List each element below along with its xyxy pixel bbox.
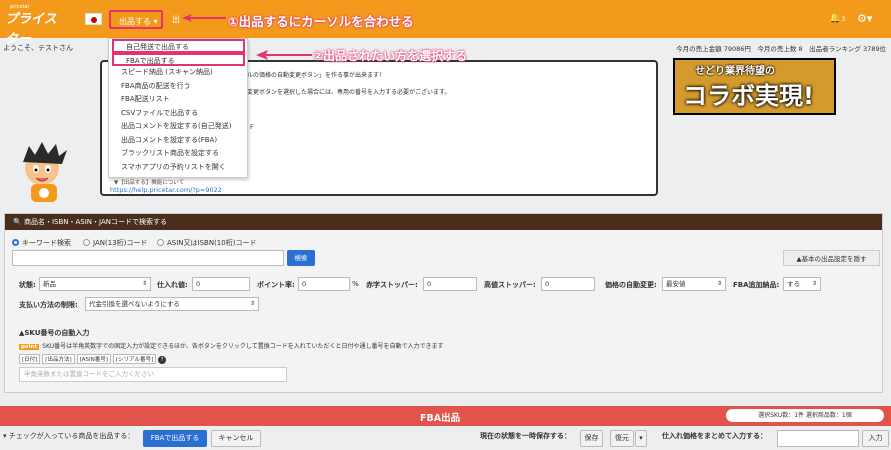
bulk-cost-input[interactable]: [777, 430, 859, 447]
banner-line-2: コラボ実現!: [683, 82, 814, 110]
annotation-step-1: ①出品するにカーソルを合わせる: [228, 14, 414, 29]
sku-point-text: point SKU番号は半角英数字での固定入力が設定できるほか、各ボタンをクリック…: [19, 343, 444, 350]
radio-jan[interactable]: JAN(13桁)コード: [83, 238, 147, 248]
save-button[interactable]: 保存: [580, 430, 603, 447]
japan-flag-icon[interactable]: [85, 13, 102, 25]
fba-add-label: FBA追加納品:: [733, 281, 780, 289]
sku-tag-buttons: [日付] [出品方法] [ASIN番号] [シリアル番号]?: [19, 354, 168, 364]
banner-line-1: せどり業界待望の: [695, 66, 775, 77]
sales-stats: 今月の売上金額 79086円 今月の売上数 8 出品者ランキング 3789位: [676, 45, 886, 53]
auto-price-select[interactable]: 最安値 ⇕: [662, 277, 726, 291]
condition-select[interactable]: 新品 ⇕: [39, 277, 151, 291]
radio-keyword[interactable]: キーワード検索: [12, 238, 71, 248]
tag-date-button[interactable]: [日付]: [19, 354, 41, 364]
listing-menu-button[interactable]: 出品する ▾: [109, 10, 163, 29]
dropdown-item-csv[interactable]: CSVファイルで出品する: [109, 107, 247, 121]
search-panel: 🔍 商品名・ISBN・ASIN・JANコードで検索する キーワード検索 JAN(…: [4, 213, 883, 393]
chevron-down-icon[interactable]: ▾: [635, 430, 647, 447]
sku-heading[interactable]: ▲SKU番号の自動入力: [19, 328, 89, 338]
dropdown-item-self-ship[interactable]: 自己発送で出品する: [112, 39, 245, 53]
bulk-cost-label: 仕入れ価格をまとめて入力する：: [662, 432, 767, 440]
dropdown-item-fba[interactable]: FBAで出品する: [112, 52, 245, 66]
radio-asin[interactable]: ASIN又はISBN(10桁)コード: [157, 238, 256, 248]
high-stopper-input[interactable]: 0: [541, 277, 595, 291]
search-panel-heading: 🔍 商品名・ISBN・ASIN・JANコードで検索する: [5, 214, 882, 230]
fba-add-select[interactable]: する ⇕: [783, 277, 821, 291]
search-button[interactable]: 検索: [287, 250, 315, 266]
arrow-annotation-icon: [182, 14, 226, 22]
notification-count: 3: [841, 16, 846, 23]
cost-label: 仕入れ値:: [157, 281, 188, 289]
dropdown-item-speed[interactable]: スピード納品 (スキャン納品): [109, 66, 247, 80]
arrow-annotation-icon: [256, 50, 312, 60]
checked-items-label[interactable]: ▾ チェックが入っている商品を出品する：: [3, 431, 134, 441]
auto-price-label: 価格の自動変更:: [605, 281, 657, 289]
tag-serial-button[interactable]: [シリアル番号]: [112, 354, 157, 364]
welcome-text: ようこそ、テストさん: [3, 44, 73, 52]
save-state-label: 現在の状態を一時保存する：: [480, 432, 571, 440]
high-stopper-label: 高値ストッパー:: [484, 281, 536, 289]
annotation-step-2: ②出品されたい方を選択する: [313, 49, 468, 63]
payment-label: 支払い方法の制限:: [19, 301, 78, 309]
restore-button[interactable]: 復元: [610, 430, 634, 447]
point-input[interactable]: 0: [298, 277, 350, 291]
selection-count-badge: 選択SKU数：1件 選択商品数：1個: [726, 409, 884, 422]
dropdown-item-fba-list[interactable]: FBA配送リスト: [109, 93, 247, 107]
bubble-note[interactable]: ▼【出品する】機能について: [114, 178, 184, 186]
bubble-text-2: 変更ボタンを選択した場合には、専用の番号を入力する必要がございます。: [247, 89, 451, 96]
tag-asin-button[interactable]: [ASIN番号]: [76, 354, 111, 364]
sku-input[interactable]: 半角英数または置換コードをご入力ください: [19, 367, 287, 382]
dropdown-item-comment-self[interactable]: 出品コメントを設定する(自己発送): [109, 120, 247, 134]
dropdown-item-app-list[interactable]: スマホアプリの予約リストを開く: [109, 161, 247, 175]
search-input[interactable]: [12, 250, 284, 266]
hide-settings-button[interactable]: ▲基本の出品設定を隠す: [783, 250, 880, 266]
red-stopper-input[interactable]: 0: [423, 277, 477, 291]
condition-label: 状態:: [19, 281, 36, 289]
tag-method-button[interactable]: [出品方法]: [42, 354, 75, 364]
point-badge: point: [19, 344, 40, 350]
bubble-text-1: ルの価格の自動変更ボタン」を作る事が出来ます！: [247, 72, 386, 79]
gear-icon[interactable]: ⚙▾: [857, 12, 872, 25]
point-label: ポイント率:: [257, 281, 295, 289]
fba-list-button[interactable]: FBAで出品する: [143, 430, 207, 447]
red-stopper-label: 赤字ストッパー:: [366, 281, 418, 289]
cost-input[interactable]: 0: [192, 277, 250, 291]
listing-dropdown-menu: 自己発送で出品する FBAで出品する スピード納品 (スキャン納品) FBA商品…: [108, 38, 248, 178]
bubble-text-3: F: [250, 124, 254, 131]
dropdown-item-fba-ship[interactable]: FBA商品の配送を行う: [109, 80, 247, 94]
dropdown-item-comment-fba[interactable]: 出品コメントを設定する(FBA): [109, 134, 247, 148]
help-icon[interactable]: ?: [158, 356, 167, 364]
mascot-character-icon: [23, 142, 67, 202]
bell-icon[interactable]: 🔔3: [829, 13, 845, 24]
fba-title: FBA出品: [420, 413, 461, 424]
dropdown-item-blacklist[interactable]: ブラックリスト商品を設定する: [109, 147, 247, 161]
next-menu-button[interactable]: 出: [172, 10, 180, 29]
input-button[interactable]: 入力: [862, 430, 889, 447]
payment-select[interactable]: 代金引換を選べないようにする ⇕: [85, 297, 259, 311]
percent-label: %: [352, 280, 359, 288]
pricetar-logo[interactable]: プライスター: [5, 10, 65, 47]
collab-banner[interactable]: せどり業界待望の コラボ実現!: [673, 58, 836, 115]
help-link[interactable]: https://help.pricetar.com/?p=9022: [110, 186, 222, 194]
cancel-button[interactable]: キャンセル: [211, 430, 261, 447]
